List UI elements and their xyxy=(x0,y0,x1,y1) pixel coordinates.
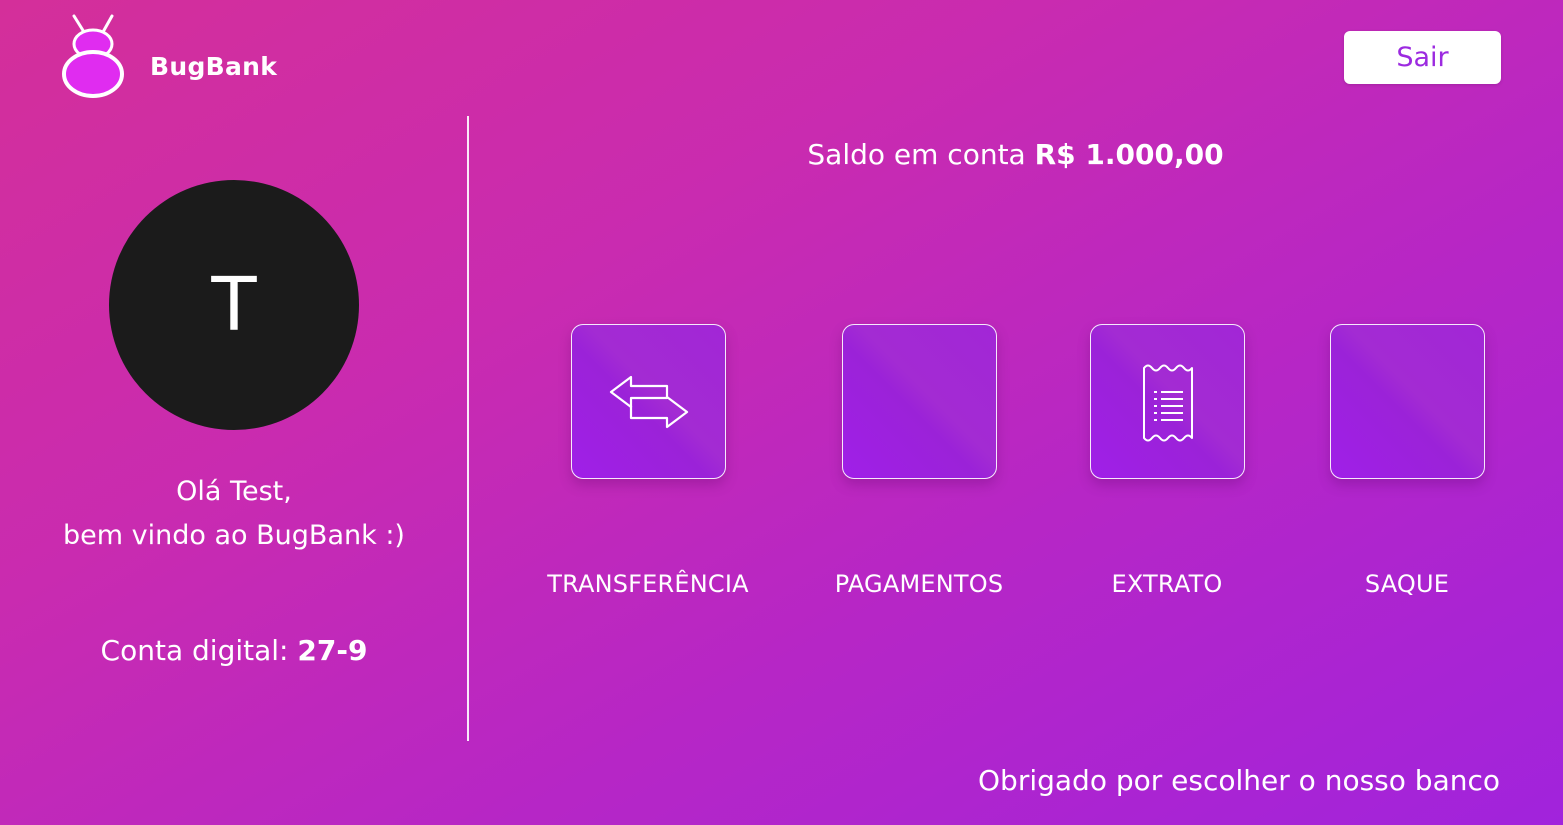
balance-value: R$ 1.000,00 xyxy=(1034,138,1224,171)
statement-label[interactable]: EXTRATO xyxy=(1047,570,1287,598)
exit-button[interactable]: Sair xyxy=(1344,31,1501,84)
withdraw-button[interactable] xyxy=(1330,324,1485,479)
balance-label: Saldo em conta xyxy=(807,138,1026,171)
greeting-line-2: bem vindo ao BugBank :) xyxy=(63,520,405,551)
payments-button[interactable] xyxy=(842,324,997,479)
withdraw-label[interactable]: SAQUE xyxy=(1287,570,1527,598)
balance: Saldo em conta R$ 1.000,00 xyxy=(468,138,1563,171)
vertical-divider xyxy=(467,116,469,741)
payments-label[interactable]: PAGAMENTOS xyxy=(799,570,1039,598)
transfer-label[interactable]: TRANSFERÊNCIA xyxy=(528,570,768,598)
greeting: Olá Test, bem vindo ao BugBank :) xyxy=(0,470,468,558)
transfer-arrows-icon xyxy=(609,375,688,428)
brand-name: BugBank xyxy=(150,51,278,81)
brand-logo: BugBank xyxy=(60,14,277,98)
account-number: 27-9 xyxy=(297,634,368,667)
avatar: T xyxy=(109,180,359,430)
receipt-icon xyxy=(1142,364,1193,441)
account-label: Conta digital: xyxy=(100,634,289,667)
account-info: Conta digital: 27-9 xyxy=(0,634,468,667)
statement-button[interactable] xyxy=(1090,324,1245,479)
greeting-line-1: Olá Test, xyxy=(176,476,292,507)
transfer-button[interactable] xyxy=(571,324,726,479)
footer-message: Obrigado por escolher o nosso banco xyxy=(978,764,1500,797)
avatar-letter: T xyxy=(211,262,257,348)
bug-logo-icon xyxy=(62,14,124,98)
